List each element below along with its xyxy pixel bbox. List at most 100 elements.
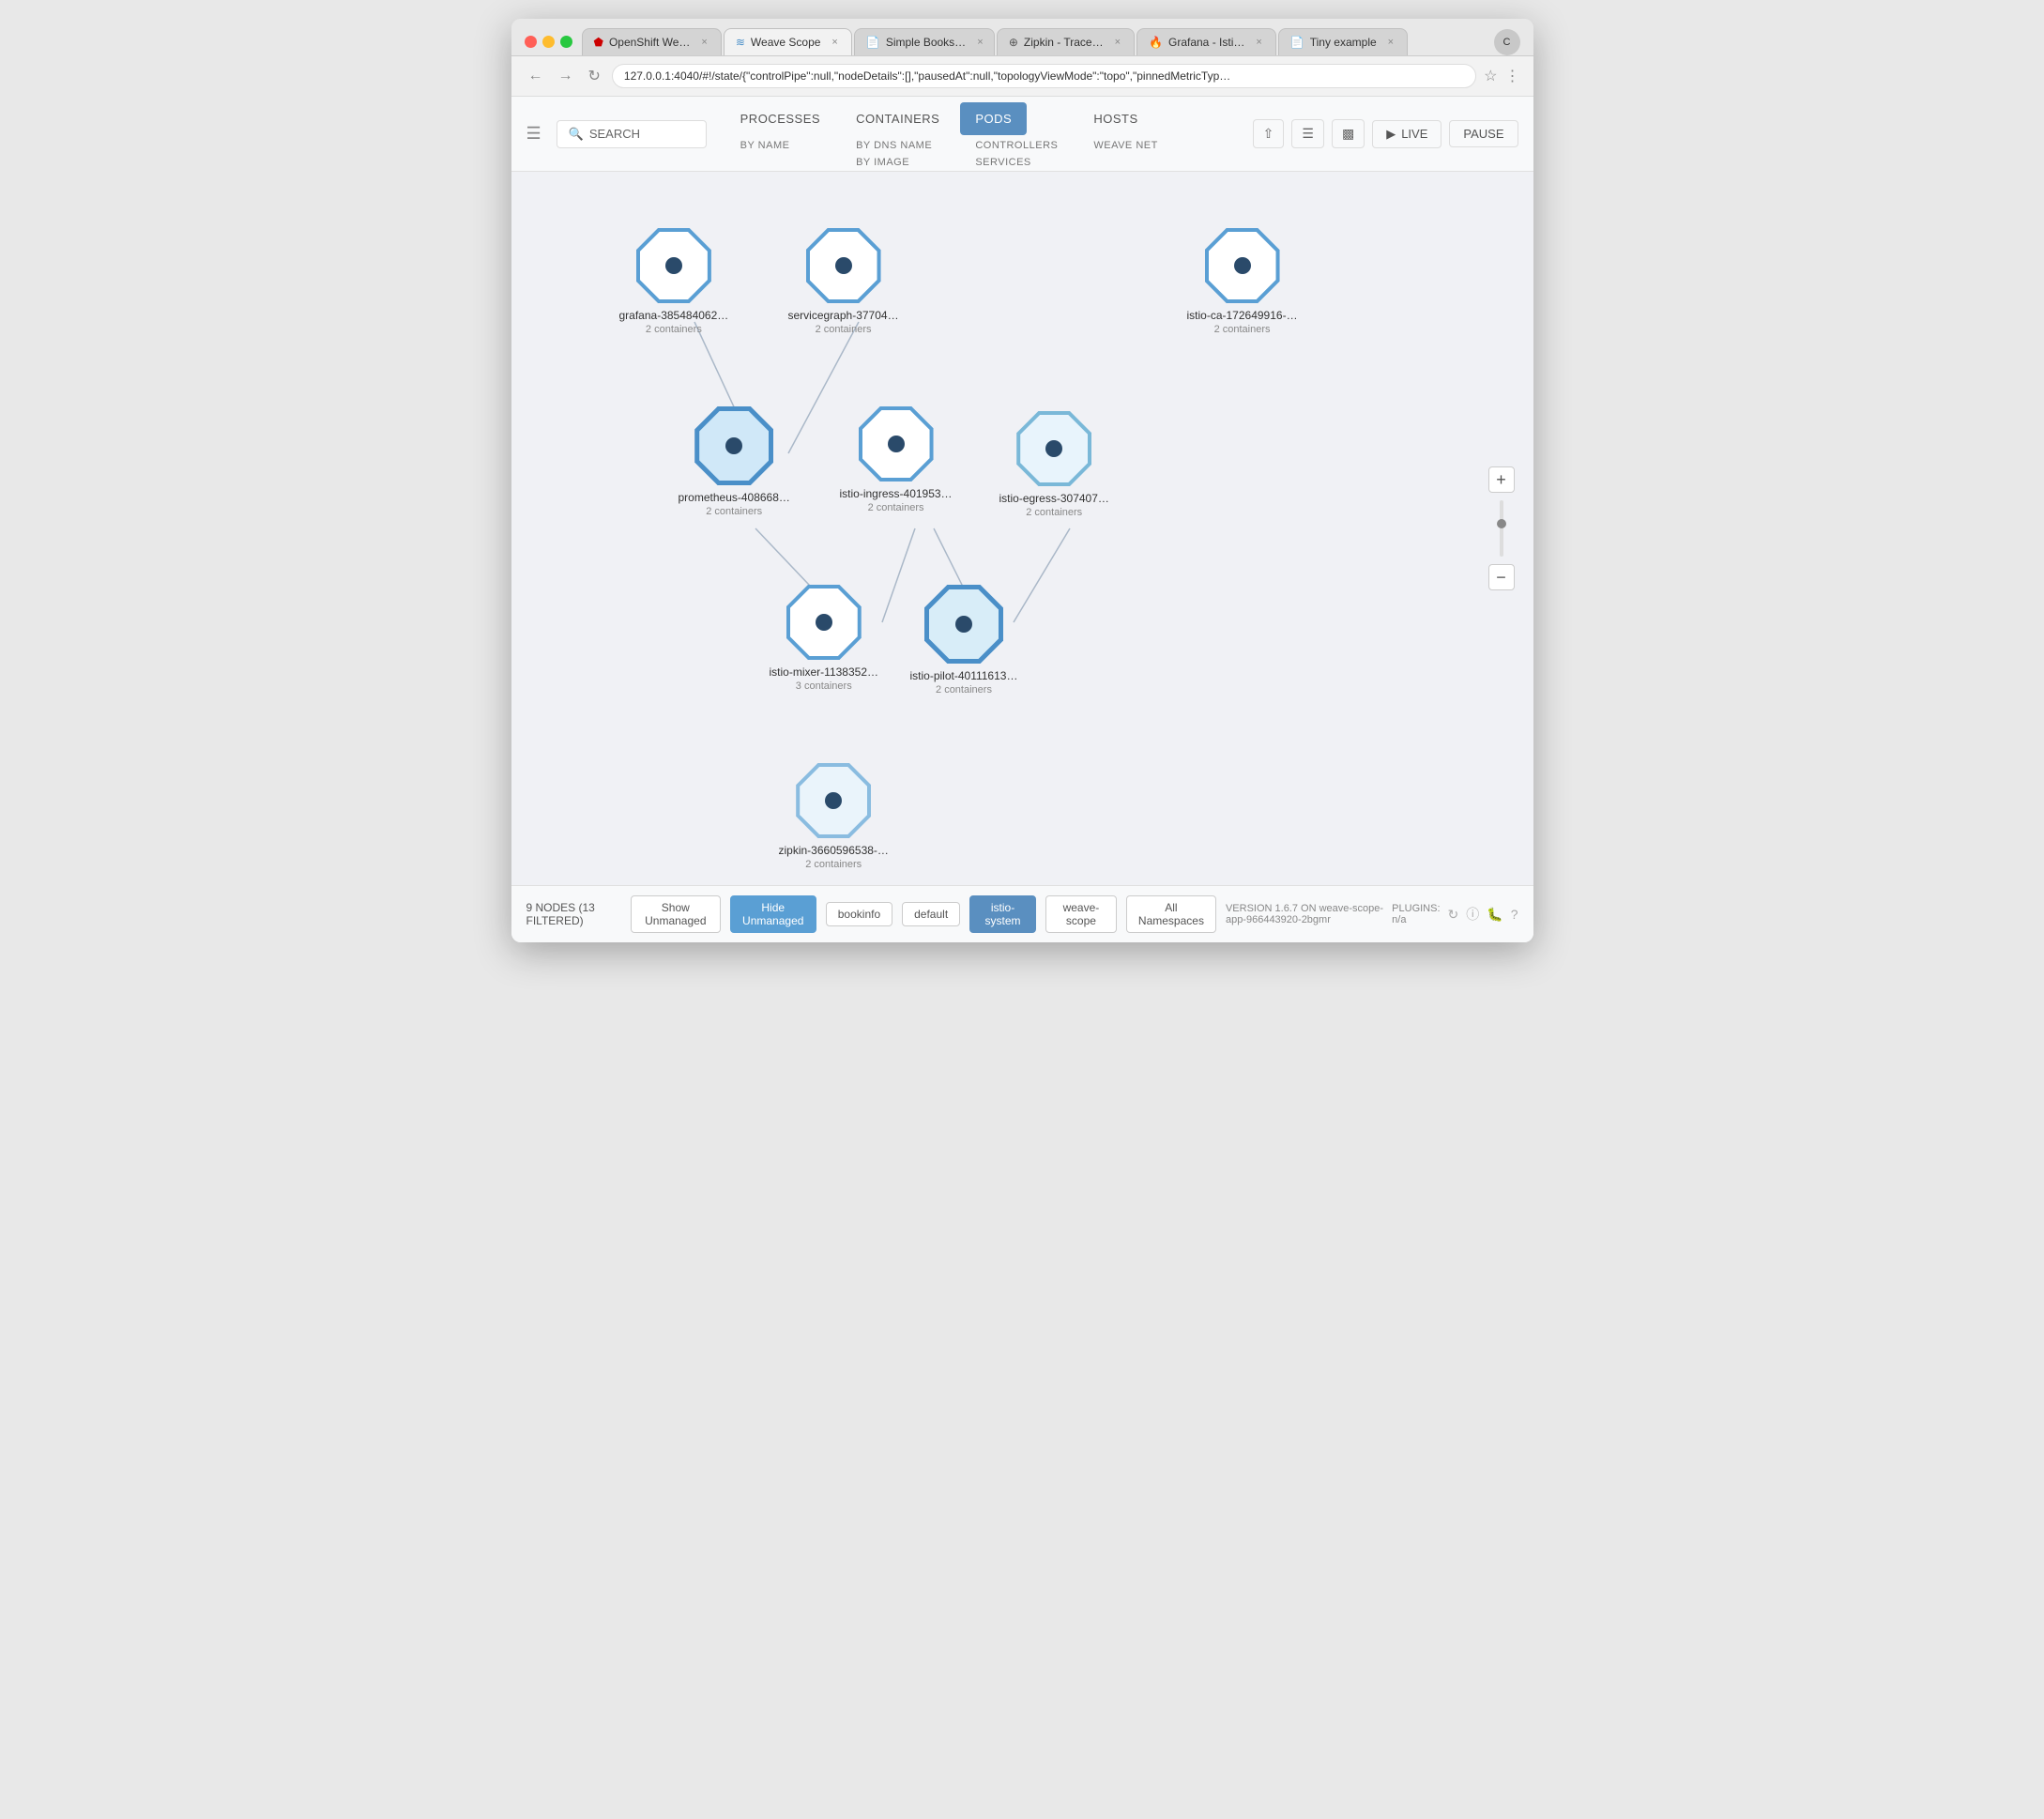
bottom-bar: 9 NODES (13 FILTERED) Show Unmanaged Hid… [511,885,1533,942]
namespace-istio-system-button[interactable]: istio-system [969,895,1036,933]
pause-button[interactable]: PAUSE [1449,120,1518,147]
namespace-all-button[interactable]: All Namespaces [1126,895,1216,933]
search-placeholder: SEARCH [589,127,640,141]
play-icon: ▶ [1386,127,1396,142]
more-options-icon[interactable]: ⋮ [1505,67,1520,85]
namespace-default-button[interactable]: default [902,902,960,926]
node-shape-zipkin [796,763,871,838]
share-button[interactable]: ⇧ [1253,119,1285,148]
live-label: LIVE [1401,127,1427,141]
node-istiopilot[interactable]: istio-pilot-40111613… 2 containers [910,585,1018,696]
tab-close-0[interactable]: × [701,37,707,48]
zoom-track [1500,500,1503,557]
address-input[interactable] [612,64,1476,88]
node-shape-istioeg [1016,411,1091,486]
node-istioin[interactable]: istio-ingress-401953… 2 containers [840,406,953,513]
node-sub-istioin: 2 containers [868,502,924,513]
show-unmanaged-button[interactable]: Show Unmanaged [631,895,721,933]
browser-tab-2[interactable]: 📄Simple Books…× [854,28,995,55]
tab-close-1[interactable]: × [831,37,837,48]
version-info: VERSION 1.6.7 ON weave-scope-app-9664439… [1226,903,1518,925]
node-grafana[interactable]: grafana-385484062… 2 containers [619,228,729,335]
nav-by-image-button[interactable]: BY IMAGE [841,154,954,171]
zoom-in-button[interactable]: + [1488,466,1515,493]
node-shape-grafana [636,228,711,303]
node-label-servicegraph: servicegraph-37704… [788,309,899,322]
nav-by-name-button[interactable]: BY NAME [725,137,835,154]
nav-hosts-button[interactable]: HOSTS [1078,102,1152,135]
tab-icon-5: 📄 [1290,36,1304,49]
help-icon[interactable]: ? [1511,907,1518,922]
bookmark-icon[interactable]: ☆ [1484,67,1497,85]
nav-by-dns-button[interactable]: BY DNS NAME [841,137,954,154]
node-istiomixer[interactable]: istio-mixer-1138352… 3 containers [770,585,879,692]
node-shape-servicegraph [806,228,881,303]
version-text: VERSION 1.6.7 ON weave-scope-app-9664439… [1226,903,1384,925]
namespace-weave-scope-button[interactable]: weave-scope [1045,895,1117,933]
hamburger-icon[interactable]: ☰ [526,124,542,144]
live-button[interactable]: ▶ LIVE [1372,120,1441,148]
tab-label-4: Grafana - Isti… [1168,36,1244,49]
profile-button[interactable]: C [1494,29,1520,55]
node-sub-servicegraph: 2 containers [816,324,872,335]
bug-icon[interactable]: 🐛 [1487,907,1502,923]
zoom-out-button[interactable]: − [1488,564,1515,590]
search-icon: 🔍 [569,127,584,142]
node-sub-istioca: 2 containers [1214,324,1271,335]
minimize-button[interactable] [542,36,555,48]
nav-section-hosts: HOSTS WEAVE NET [1078,102,1172,154]
namespace-bookinfo-button[interactable]: bookinfo [826,902,892,926]
maximize-button[interactable] [560,36,572,48]
traffic-lights [525,36,572,48]
node-label-istioca: istio-ca-172649916-… [1187,309,1298,322]
browser-tab-5[interactable]: 📄 Tiny example × [1278,28,1408,55]
search-box[interactable]: 🔍 SEARCH [557,120,707,148]
node-zipkin[interactable]: zipkin-3660596538-… 2 containers [779,763,889,870]
nav-controllers-button[interactable]: CONTROLLERS [960,137,1073,154]
browser-tab-4[interactable]: 🔥Grafana - Isti…× [1136,28,1276,55]
refresh-icon[interactable]: ↻ [1448,907,1459,923]
node-sub-istiopilot: 2 containers [936,684,992,696]
tab-close-2[interactable]: × [977,37,983,48]
node-label-istiopilot: istio-pilot-40111613… [910,669,1018,682]
browser-tab-1[interactable]: ≋Weave Scope× [724,28,852,55]
tab-label-1: Weave Scope [751,36,821,49]
nav-processes-button[interactable]: PROCESSES [725,102,835,135]
node-label-istioin: istio-ingress-401953… [840,487,953,500]
forward-button[interactable]: → [555,66,577,86]
tab-close-5[interactable]: × [1388,37,1394,48]
nav-right: ⇧ ☰ ▩ ▶ LIVE PAUSE [1253,119,1518,148]
nav-pods-button[interactable]: PODS [960,102,1027,135]
title-bar: ⬟OpenShift We…×≋Weave Scope×📄Simple Book… [511,19,1533,56]
node-shape-istiomixer [786,585,862,660]
hide-unmanaged-button[interactable]: Hide Unmanaged [730,895,816,933]
address-bar: ← → ↻ ☆ ⋮ [511,56,1533,97]
node-label-grafana: grafana-385484062… [619,309,729,322]
node-sub-istiomixer: 3 containers [796,680,852,692]
node-istioca[interactable]: istio-ca-172649916-… 2 containers [1187,228,1298,335]
browser-window: ⬟OpenShift We…×≋Weave Scope×📄Simple Book… [511,19,1533,942]
back-button[interactable]: ← [525,66,547,86]
tab-close-3[interactable]: × [1115,37,1121,48]
nav-hosts-sub: WEAVE NET [1078,137,1172,154]
browser-tab-0[interactable]: ⬟OpenShift We…× [582,28,722,55]
tab-icon-0: ⬟ [594,36,603,49]
node-shape-istioca [1205,228,1280,303]
info-icon[interactable]: ⓘ [1466,905,1479,924]
reload-button[interactable]: ↻ [585,65,604,87]
tab-close-4[interactable]: × [1256,37,1261,48]
node-istioeg[interactable]: istio-egress-307407… 2 containers [999,411,1109,518]
nav-sections: PROCESSES BY NAME CONTAINERS BY DNS NAME… [725,97,1253,171]
nav-weave-net-button[interactable]: WEAVE NET [1078,137,1172,154]
tab-label-5: Tiny example [1310,36,1377,49]
nav-pods-sub: CONTROLLERS SERVICES [960,137,1073,171]
nav-containers-button[interactable]: CONTAINERS [841,102,954,135]
close-button[interactable] [525,36,537,48]
node-sub-istioeg: 2 containers [1026,507,1082,518]
node-servicegraph[interactable]: servicegraph-37704… 2 containers [788,228,899,335]
table-view-button[interactable]: ☰ [1291,119,1324,148]
node-prometheus[interactable]: prometheus-408668… 2 containers [679,406,790,517]
chart-view-button[interactable]: ▩ [1332,119,1365,148]
browser-tab-3[interactable]: ⊕Zipkin - Trace…× [997,28,1135,55]
nav-services-button[interactable]: SERVICES [960,154,1073,171]
